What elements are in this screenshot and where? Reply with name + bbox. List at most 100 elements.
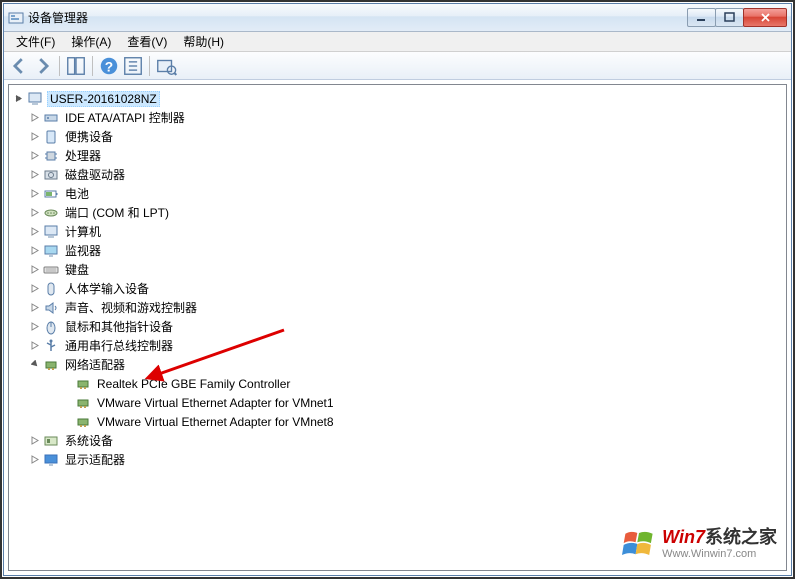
window-title: 设备管理器 <box>28 9 688 26</box>
cpu-icon <box>43 148 59 164</box>
expand-icon[interactable] <box>29 321 41 333</box>
expand-icon[interactable] <box>29 454 41 466</box>
root-label: USER-20161028NZ <box>47 91 160 107</box>
expander-spacer <box>61 416 73 428</box>
ide-icon <box>43 110 59 126</box>
menu-action[interactable]: 操作(A) <box>63 31 119 52</box>
device-tree[interactable]: USER-20161028NZ IDE ATA/ATAPI 控制器便携设备处理器… <box>8 84 787 571</box>
item-label: 键盘 <box>63 261 91 278</box>
watermark-logo-icon <box>622 527 656 561</box>
portable-icon <box>43 129 59 145</box>
expand-icon[interactable] <box>29 264 41 276</box>
mouse-icon <box>43 319 59 335</box>
usb-icon <box>43 338 59 354</box>
item-label: IDE ATA/ATAPI 控制器 <box>63 109 187 126</box>
close-button[interactable] <box>743 8 787 27</box>
item-label: 鼠标和其他指针设备 <box>63 318 175 335</box>
disk-icon <box>43 167 59 183</box>
item-label: VMware Virtual Ethernet Adapter for VMne… <box>95 415 336 429</box>
menu-help[interactable]: 帮助(H) <box>175 31 232 52</box>
tree-item[interactable]: 计算机 <box>11 222 784 241</box>
expand-icon[interactable] <box>29 245 41 257</box>
tree-item[interactable]: VMware Virtual Ethernet Adapter for VMne… <box>11 393 784 412</box>
tree-item[interactable]: 监视器 <box>11 241 784 260</box>
battery-icon <box>43 186 59 202</box>
tree-item[interactable]: 鼠标和其他指针设备 <box>11 317 784 336</box>
tree-item[interactable]: 键盘 <box>11 260 784 279</box>
expand-icon[interactable] <box>29 131 41 143</box>
watermark: Win7系统之家 Www.Winwin7.com <box>622 527 777 561</box>
port-icon <box>43 205 59 221</box>
tree-container: USER-20161028NZ IDE ATA/ATAPI 控制器便携设备处理器… <box>4 80 791 575</box>
toolbar-separator <box>149 56 150 76</box>
tree-item[interactable]: 人体学输入设备 <box>11 279 784 298</box>
item-label: 声音、视频和游戏控制器 <box>63 299 199 316</box>
collapse-icon[interactable] <box>29 359 41 371</box>
expand-icon[interactable] <box>29 435 41 447</box>
window-controls <box>688 8 787 27</box>
expand-icon[interactable] <box>29 302 41 314</box>
expand-icon[interactable] <box>29 169 41 181</box>
expand-icon[interactable] <box>29 207 41 219</box>
tree-item[interactable]: Realtek PCIe GBE Family Controller <box>11 374 784 393</box>
app-icon <box>8 10 24 26</box>
svg-text:?: ? <box>105 59 113 74</box>
properties-button[interactable] <box>122 55 144 77</box>
network-icon <box>75 414 91 430</box>
menu-view[interactable]: 查看(V) <box>119 31 175 52</box>
expand-icon[interactable] <box>29 112 41 124</box>
tree-root[interactable]: USER-20161028NZ <box>11 89 784 108</box>
tree-category-network[interactable]: 网络适配器 <box>11 355 784 374</box>
expander-spacer <box>61 397 73 409</box>
expand-icon[interactable] <box>29 226 41 238</box>
watermark-title: Win7系统之家 <box>662 528 777 548</box>
system-icon <box>43 433 59 449</box>
maximize-button[interactable] <box>715 8 744 27</box>
tree-item[interactable]: 便携设备 <box>11 127 784 146</box>
expand-icon[interactable] <box>29 188 41 200</box>
expand-icon[interactable] <box>29 150 41 162</box>
toolbar-separator <box>59 56 60 76</box>
device-manager-window: 设备管理器 文件(F) 操作(A) 查看(V) 帮助(H) ? USER-201 <box>3 3 792 576</box>
scan-button[interactable] <box>155 55 177 77</box>
help-button[interactable]: ? <box>98 55 120 77</box>
network-icon <box>75 376 91 392</box>
tree-item[interactable]: 通用串行总线控制器 <box>11 336 784 355</box>
network-label: 网络适配器 <box>63 356 127 373</box>
toolbar-separator <box>92 56 93 76</box>
tree-item[interactable]: 端口 (COM 和 LPT) <box>11 203 784 222</box>
item-label: VMware Virtual Ethernet Adapter for VMne… <box>95 396 336 410</box>
item-label: 端口 (COM 和 LPT) <box>63 204 171 221</box>
item-label: 磁盘驱动器 <box>63 166 127 183</box>
tree-item[interactable]: 磁盘驱动器 <box>11 165 784 184</box>
item-label: 处理器 <box>63 147 103 164</box>
tree-item[interactable]: 电池 <box>11 184 784 203</box>
titlebar: 设备管理器 <box>4 4 791 32</box>
item-label: 通用串行总线控制器 <box>63 337 175 354</box>
tree-item[interactable]: 显示适配器 <box>11 450 784 469</box>
menu-file[interactable]: 文件(F) <box>8 31 63 52</box>
expand-icon[interactable] <box>29 340 41 352</box>
watermark-url: Www.Winwin7.com <box>662 548 777 560</box>
item-label: 便携设备 <box>63 128 115 145</box>
display-icon <box>43 452 59 468</box>
computer-icon <box>43 224 59 240</box>
forward-button[interactable] <box>32 55 54 77</box>
expand-icon[interactable] <box>29 283 41 295</box>
tree-item[interactable]: 处理器 <box>11 146 784 165</box>
back-button[interactable] <box>8 55 30 77</box>
monitor-icon <box>43 243 59 259</box>
collapse-icon[interactable] <box>13 93 25 105</box>
computer-icon <box>27 91 43 107</box>
item-label: 显示适配器 <box>63 451 127 468</box>
show-hide-button[interactable] <box>65 55 87 77</box>
tree-item[interactable]: VMware Virtual Ethernet Adapter for VMne… <box>11 412 784 431</box>
tree-item[interactable]: 系统设备 <box>11 431 784 450</box>
minimize-button[interactable] <box>687 8 716 27</box>
network-icon <box>43 357 59 373</box>
item-label: 监视器 <box>63 242 103 259</box>
network-icon <box>75 395 91 411</box>
tree-item[interactable]: IDE ATA/ATAPI 控制器 <box>11 108 784 127</box>
tree-item[interactable]: 声音、视频和游戏控制器 <box>11 298 784 317</box>
item-label: 计算机 <box>63 223 103 240</box>
